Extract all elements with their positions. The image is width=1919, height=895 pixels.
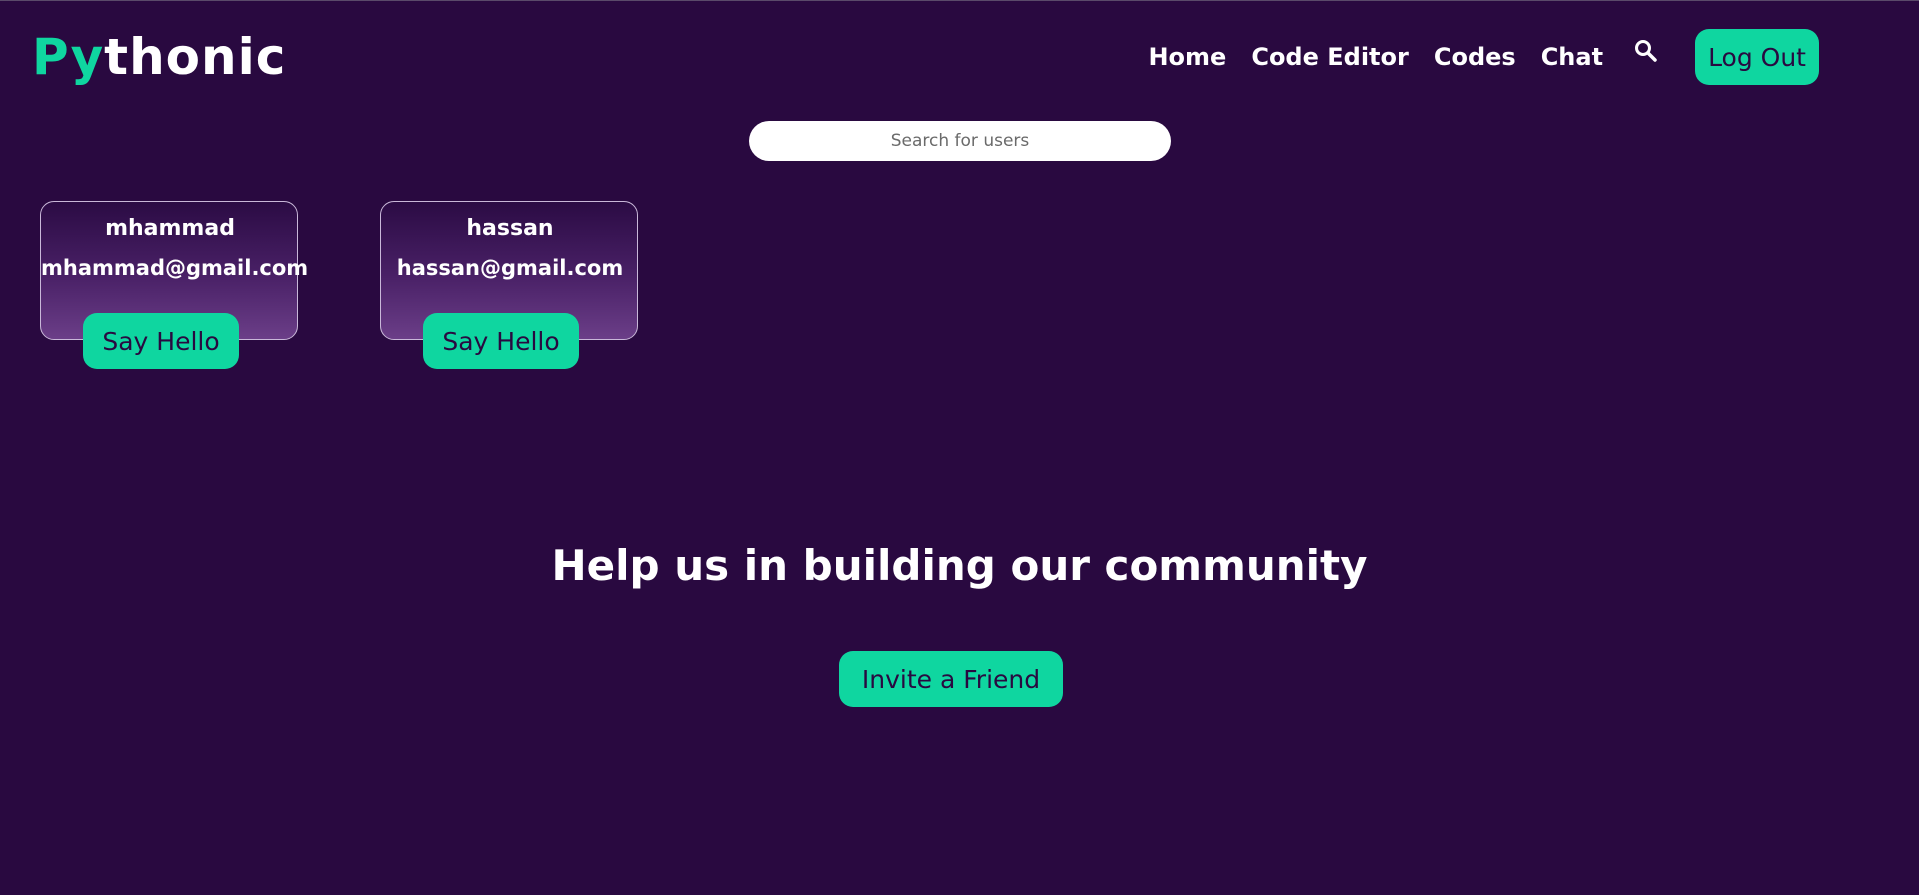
search-icon[interactable] xyxy=(1633,38,1659,64)
logo-accent: Py xyxy=(32,28,105,86)
user-card: mhammad mhammad@gmail.com Say Hello xyxy=(40,201,309,369)
say-hello-button[interactable]: Say Hello xyxy=(83,313,239,369)
main-nav: Home Code Editor Codes Chat Log Out xyxy=(1123,29,1819,85)
invite-friend-button[interactable]: Invite a Friend xyxy=(839,651,1063,707)
logo[interactable]: Pythonic xyxy=(32,27,286,87)
user-card-username: mhammad xyxy=(105,216,235,241)
nav-code-editor[interactable]: Code Editor xyxy=(1251,43,1409,71)
nav-chat[interactable]: Chat xyxy=(1541,43,1603,71)
user-card: hassan hassan@gmail.com Say Hello xyxy=(380,201,638,369)
logo-rest: thonic xyxy=(104,28,287,86)
say-hello-button[interactable]: Say Hello xyxy=(423,313,579,369)
user-card-email: hassan@gmail.com xyxy=(396,256,624,280)
user-card-username: hassan xyxy=(466,216,554,241)
community-heading: Help us in building our community xyxy=(551,541,1368,590)
user-card-email: mhammad@gmail.com xyxy=(41,256,309,280)
page: Pythonic Home Code Editor Codes Chat Log… xyxy=(0,0,1919,895)
search-input[interactable] xyxy=(749,121,1171,161)
logout-button[interactable]: Log Out xyxy=(1695,29,1819,85)
nav-home[interactable]: Home xyxy=(1148,43,1226,71)
nav-codes[interactable]: Codes xyxy=(1434,43,1516,71)
